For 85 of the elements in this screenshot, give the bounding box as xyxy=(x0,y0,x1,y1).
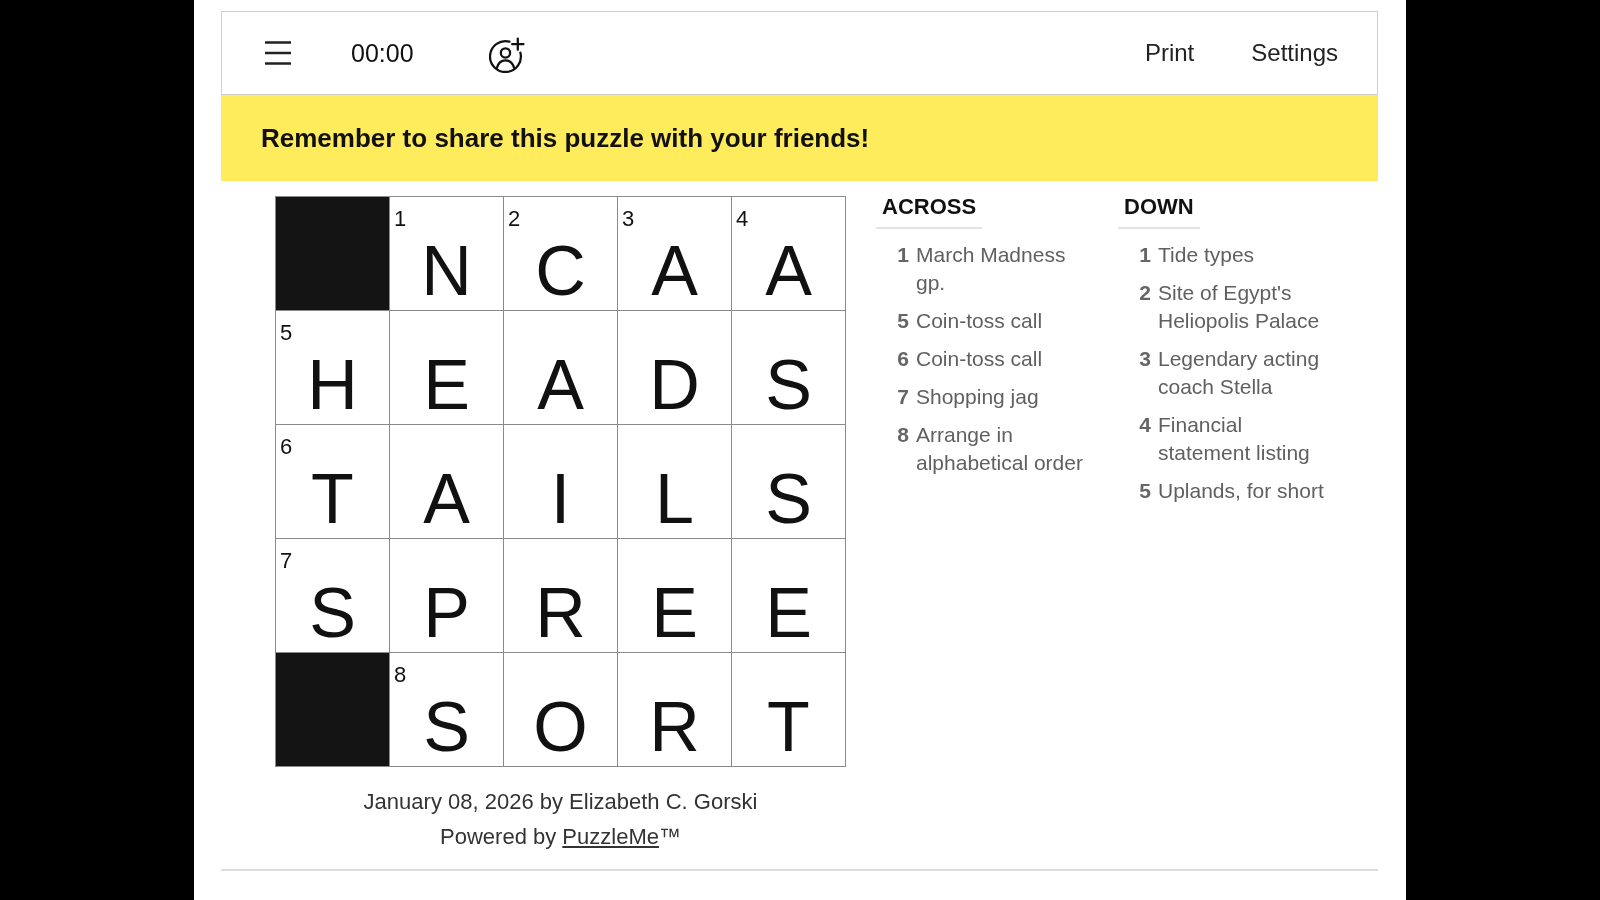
cell-letter: A xyxy=(651,236,698,310)
grid-cell[interactable]: A xyxy=(504,311,617,424)
cell-letter: H xyxy=(307,350,358,424)
grid-cell[interactable]: 3 A xyxy=(618,197,731,310)
cell-letter: E xyxy=(651,578,698,652)
cell-number: 7 xyxy=(279,547,293,572)
cell-letter: O xyxy=(533,692,588,766)
grid-cell[interactable]: E xyxy=(390,311,503,424)
cell-number: 2 xyxy=(507,205,521,230)
credit-link[interactable]: PuzzleMe xyxy=(562,824,659,849)
grid-cell[interactable]: P xyxy=(390,539,503,652)
credit-text: Powered by PuzzleMe™ xyxy=(440,823,681,851)
byline-text: January 08, 2026 by Elizabeth C. Gorski xyxy=(363,788,758,816)
grid-cell[interactable]: 6 T xyxy=(276,425,389,538)
clue-list-heading: DOWN xyxy=(1118,194,1200,229)
menu-icon[interactable] xyxy=(265,41,291,65)
grid-cell[interactable]: D xyxy=(618,311,731,424)
cell-letter: S xyxy=(423,692,470,766)
grid-cell[interactable]: S xyxy=(732,425,845,538)
timer: 00:00 xyxy=(351,38,414,68)
clue-number: 1 xyxy=(1138,242,1151,268)
clue-number: 3 xyxy=(1138,346,1151,372)
cell-letter: R xyxy=(535,578,586,652)
cell-letter: D xyxy=(649,350,700,424)
cell-letter: A xyxy=(423,464,470,538)
clue-text[interactable]: Financial statement listing xyxy=(1158,411,1339,467)
cell-letter: T xyxy=(311,464,354,538)
cell-letter: T xyxy=(767,692,810,766)
grid-cell[interactable]: R xyxy=(504,539,617,652)
grid-cell[interactable]: 2 C xyxy=(504,197,617,310)
grid-cell[interactable]: O xyxy=(504,653,617,766)
person-plus-icon[interactable] xyxy=(488,37,525,73)
cell-letter: S xyxy=(765,350,812,424)
cell-number: 5 xyxy=(279,319,293,344)
cell-number: 1 xyxy=(393,205,407,230)
toolbar-button[interactable]: Print xyxy=(1144,39,1195,67)
grid-cell[interactable]: E xyxy=(618,539,731,652)
cell-letter: I xyxy=(550,464,571,538)
grid-cell[interactable]: S xyxy=(732,311,845,424)
clue-text[interactable]: Shopping jag xyxy=(916,383,1097,411)
cell-letter: E xyxy=(423,350,470,424)
cell-number: 3 xyxy=(621,205,635,230)
grid-cell[interactable]: 8 S xyxy=(390,653,503,766)
grid-cell[interactable]: 1 N xyxy=(390,197,503,310)
clue-number: 7 xyxy=(896,384,909,410)
clue-text[interactable]: Tide types xyxy=(1158,241,1339,269)
cell-letter: S xyxy=(765,464,812,538)
grid-cell[interactable]: R xyxy=(618,653,731,766)
clue-number: 2 xyxy=(1138,280,1151,306)
clue-number: 6 xyxy=(896,346,909,372)
grid-cell[interactable]: 5 H xyxy=(276,311,389,424)
clue-text[interactable]: Legendary acting coach Stella xyxy=(1158,345,1339,401)
cell-letter: A xyxy=(765,236,812,310)
cell-letter: L xyxy=(655,464,694,538)
cell-letter: A xyxy=(537,350,584,424)
toolbar-button[interactable]: Settings xyxy=(1251,39,1338,67)
clue-text[interactable]: Arrange in alphabetical order xyxy=(916,421,1097,477)
grid-cell[interactable]: E xyxy=(732,539,845,652)
cell-number: 8 xyxy=(393,661,407,686)
grid-cell[interactable]: T xyxy=(732,653,845,766)
clue-number: 4 xyxy=(1138,412,1151,438)
grid-cell[interactable]: 7 S xyxy=(276,539,389,652)
grid-cell[interactable]: A xyxy=(390,425,503,538)
clue-number: 1 xyxy=(896,242,909,268)
clue-number: 8 xyxy=(896,422,909,448)
grid-cell[interactable]: I xyxy=(504,425,617,538)
cell-letter: P xyxy=(423,578,470,652)
cell-letter: S xyxy=(309,578,356,652)
clue-list-heading: ACROSS xyxy=(876,194,983,229)
clue-text[interactable]: Site of Egypt's Heliopolis Palace xyxy=(1158,279,1339,335)
clue-text[interactable]: Coin-toss call xyxy=(916,345,1097,373)
cell-number: 4 xyxy=(735,205,749,230)
clue-text[interactable]: Coin-toss call xyxy=(916,307,1097,335)
clue-number: 5 xyxy=(896,308,909,334)
grid-cell[interactable]: 4 A xyxy=(732,197,845,310)
clue-text[interactable]: Uplands, for short xyxy=(1158,477,1339,505)
clue-number: 5 xyxy=(1138,478,1151,504)
banner-text: Remember to share this puzzle with your friends! xyxy=(261,122,870,154)
cell-letter: E xyxy=(765,578,812,652)
cell-letter: C xyxy=(535,236,586,310)
cell-letter: R xyxy=(649,692,700,766)
grid-cell[interactable]: L xyxy=(618,425,731,538)
cell-number: 6 xyxy=(279,433,293,458)
cell-letter: N xyxy=(421,236,472,310)
clue-text[interactable]: March Madness gp. xyxy=(916,241,1097,297)
